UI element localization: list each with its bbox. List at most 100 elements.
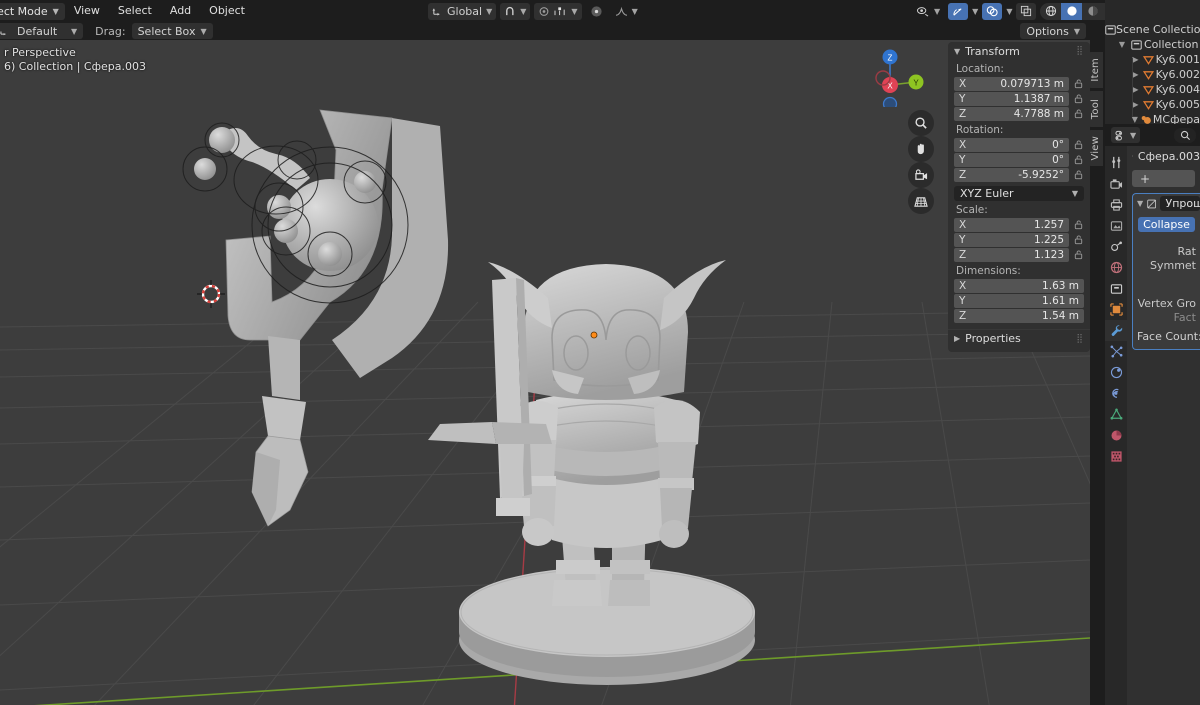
properties-tab-constraints[interactable]: [1105, 383, 1127, 404]
scale-z-row[interactable]: Z 1.123: [954, 248, 1084, 262]
properties-tab-collection[interactable]: [1105, 278, 1127, 299]
viewport-zoom-button[interactable]: [908, 110, 934, 136]
rotation-z-field[interactable]: Z -5.9252°: [954, 168, 1069, 182]
dimensions-z-row[interactable]: Z 1.54 m: [954, 309, 1084, 323]
lock-icon[interactable]: [1073, 169, 1084, 181]
chevron-down-icon[interactable]: ▼: [1129, 115, 1141, 124]
location-y-row[interactable]: Y 1.1387 m: [954, 92, 1084, 106]
lock-icon[interactable]: [1073, 139, 1084, 151]
properties-tab-data[interactable]: [1105, 404, 1127, 425]
lock-icon[interactable]: [1073, 234, 1084, 246]
rotation-y-row[interactable]: Y 0°: [954, 153, 1084, 167]
properties-tab-texture[interactable]: [1105, 446, 1127, 467]
panel-grip[interactable]: ⣿: [1076, 334, 1084, 344]
viewport-ortho-toggle[interactable]: [908, 188, 934, 214]
properties-tab-strip[interactable]: [1105, 146, 1127, 705]
lock-icon[interactable]: [1073, 154, 1084, 166]
outliner-collection[interactable]: ▼ Collection: [1105, 37, 1200, 52]
properties-tab-scene[interactable]: [1105, 236, 1127, 257]
rotation-z-row[interactable]: Z -5.9252°: [954, 168, 1084, 182]
shading-wireframe[interactable]: [1040, 3, 1061, 20]
sidebar-tab-item[interactable]: Item: [1088, 52, 1103, 88]
properties-tab-world[interactable]: [1105, 257, 1127, 278]
menu-select[interactable]: Select: [109, 0, 161, 22]
proportional-toggle[interactable]: [586, 3, 607, 20]
scale-y-field[interactable]: Y 1.225: [954, 233, 1069, 247]
options-dropdown[interactable]: Options ▼: [1020, 23, 1086, 39]
scale-y-row[interactable]: Y 1.225: [954, 233, 1084, 247]
proportional-edit-dropdown[interactable]: ▼: [534, 2, 582, 20]
chevron-right-icon[interactable]: ▶: [1129, 70, 1142, 79]
transform-panel-header[interactable]: ▼ Transform ⣿: [948, 42, 1090, 60]
chevron-down-icon[interactable]: ▼: [1115, 40, 1129, 49]
dimensions-z-field[interactable]: Z 1.54 m: [954, 309, 1084, 323]
collapse-button[interactable]: Collapse: [1138, 217, 1195, 232]
dimensions-x-row[interactable]: X 1.63 m: [954, 279, 1084, 293]
properties-tab-render[interactable]: [1105, 173, 1127, 194]
sidebar-tab-tool[interactable]: Tool: [1088, 91, 1103, 127]
lock-icon[interactable]: [1073, 93, 1084, 105]
add-modifier-button[interactable]: +: [1132, 170, 1195, 187]
viewport-pan-button[interactable]: [908, 136, 934, 162]
properties-tab-particles[interactable]: [1105, 341, 1127, 362]
chevron-right-icon[interactable]: ▶: [1129, 85, 1142, 94]
properties-tab-material[interactable]: [1105, 425, 1127, 446]
properties-tab-object[interactable]: [1105, 299, 1127, 320]
chevron-down-icon[interactable]: ▼: [1137, 199, 1143, 208]
viewport-camera-button[interactable]: [908, 162, 934, 188]
outliner-item-kub004[interactable]: ▶ Ky6.004: [1105, 82, 1200, 97]
properties-tab-output[interactable]: [1105, 194, 1127, 215]
dimensions-x-field[interactable]: X 1.63 m: [954, 279, 1084, 293]
location-x-field[interactable]: X 0.079713 m: [954, 77, 1069, 91]
outliner[interactable]: Scene Collection ▼ Collection ▶ Ky6.001 …: [1105, 0, 1200, 126]
outliner-item-kub005[interactable]: ▶ Ky6.005: [1105, 97, 1200, 112]
panel-grip[interactable]: ⣿: [1076, 46, 1084, 56]
sidebar-tab-view[interactable]: View: [1088, 130, 1103, 166]
menu-view[interactable]: View: [65, 0, 109, 22]
workspace-dropdown[interactable]: Default ▼: [0, 23, 84, 39]
rotation-x-row[interactable]: X 0°: [954, 138, 1084, 152]
outliner-scene-collection[interactable]: Scene Collection: [1105, 22, 1200, 37]
location-z-field[interactable]: Z 4.7788 m: [954, 107, 1069, 121]
scale-x-row[interactable]: X 1.257: [954, 218, 1084, 232]
properties-breadcrumb[interactable]: Сфера.003: [1127, 146, 1200, 166]
dimensions-y-row[interactable]: Y 1.61 m: [954, 294, 1084, 308]
scale-z-field[interactable]: Z 1.123: [954, 248, 1069, 262]
rotation-mode-dropdown[interactable]: XYZ Euler ▼: [954, 186, 1084, 201]
lock-icon[interactable]: [1073, 249, 1084, 261]
properties-editor-type-dropdown[interactable]: ▼: [1111, 127, 1141, 143]
overlays-toggle[interactable]: [982, 2, 1003, 20]
shading-material-preview[interactable]: [1082, 3, 1103, 20]
rotation-y-field[interactable]: Y 0°: [954, 153, 1069, 167]
shading-solid[interactable]: [1061, 2, 1083, 20]
modifier-name[interactable]: Упрощ: [1160, 196, 1200, 211]
viewport-3d[interactable]: r Perspective 6) Collection | Сфера.003 …: [0, 40, 1090, 705]
location-y-field[interactable]: Y 1.1387 m: [954, 92, 1069, 106]
rotation-x-field[interactable]: X 0°: [954, 138, 1069, 152]
chevron-down-icon[interactable]: ▼: [1006, 7, 1012, 16]
outliner-item-kub002[interactable]: ▶ Ky6.002: [1105, 67, 1200, 82]
properties-tab-modifier[interactable]: [1105, 320, 1127, 341]
location-x-row[interactable]: X 0.079713 m: [954, 77, 1084, 91]
properties-search-input[interactable]: [1174, 127, 1196, 143]
falloff-dropdown[interactable]: ▼: [611, 3, 642, 20]
gizmo-visibility-dropdown[interactable]: ▼: [912, 3, 944, 20]
properties-tab-tool[interactable]: [1105, 152, 1127, 173]
lock-icon[interactable]: [1073, 78, 1084, 90]
modifier-header[interactable]: ▼ Упрощ: [1133, 194, 1200, 213]
lock-icon[interactable]: [1073, 108, 1084, 120]
chevron-down-icon[interactable]: ▼: [972, 7, 978, 16]
snap-dropdown[interactable]: ▼: [500, 2, 531, 20]
lock-icon[interactable]: [1073, 219, 1084, 231]
drag-mode-dropdown[interactable]: Select Box ▼: [131, 23, 213, 39]
menu-object[interactable]: Object: [200, 0, 254, 22]
navigation-gizmo[interactable]: Z Y X: [866, 45, 928, 107]
location-z-row[interactable]: Z 4.7788 m: [954, 107, 1084, 121]
mode-dropdown[interactable]: ject Mode ▼: [0, 2, 65, 20]
gizmos-toggle[interactable]: [948, 2, 969, 20]
properties-tab-view-layer[interactable]: [1105, 215, 1127, 236]
outliner-item-kub001[interactable]: ▶ Ky6.001: [1105, 52, 1200, 67]
chevron-right-icon[interactable]: ▶: [1129, 55, 1142, 64]
chevron-right-icon[interactable]: ▶: [1129, 100, 1142, 109]
properties-tab-physics[interactable]: [1105, 362, 1127, 383]
